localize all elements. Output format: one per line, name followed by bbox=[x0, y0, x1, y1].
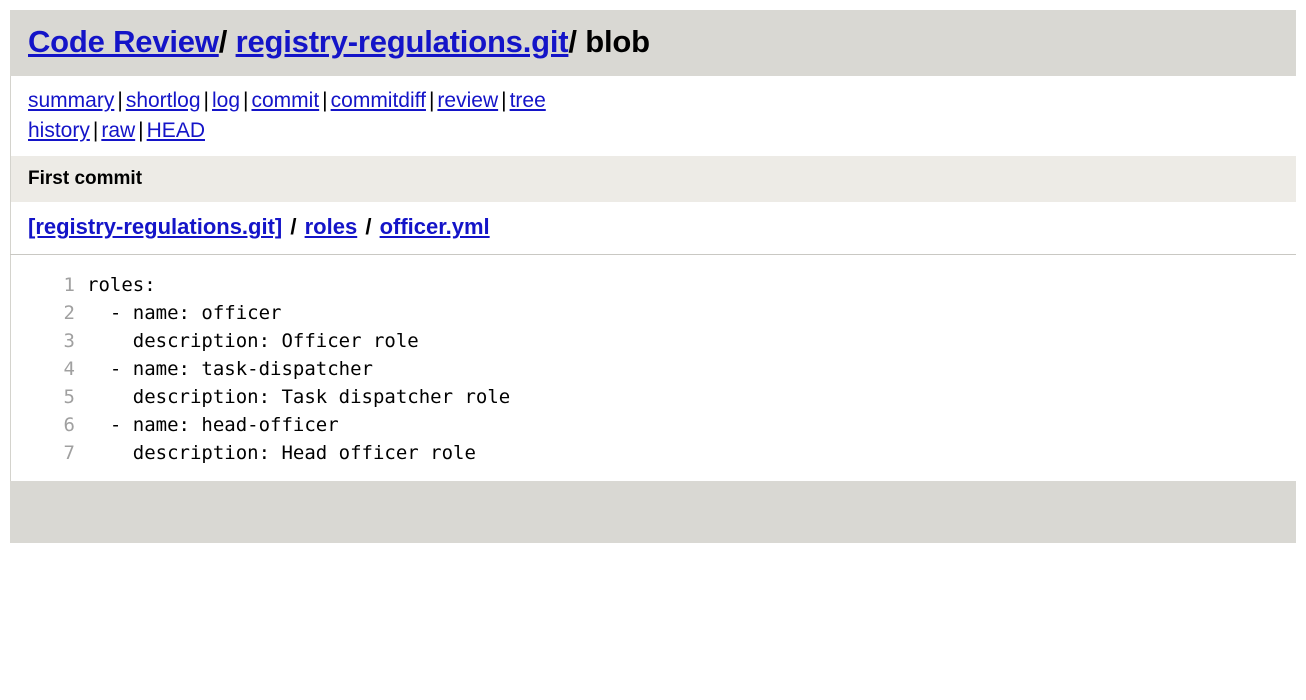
line-number[interactable]: 4 bbox=[11, 355, 87, 383]
nav-separator: | bbox=[92, 118, 99, 142]
code-line: 4 - name: task-dispatcher bbox=[11, 355, 1296, 383]
line-number[interactable]: 5 bbox=[11, 383, 87, 411]
nav-line-primary: summary | shortlog | log | commit | commitdiff | r… bbox=[28, 86, 728, 116]
line-content: description: Officer role bbox=[87, 329, 419, 352]
breadcrumb-separator-1: / bbox=[290, 214, 297, 240]
nav-item-shortlog[interactable]: shortlog bbox=[126, 89, 201, 112]
code-line: 2 - name: officer bbox=[11, 299, 1296, 327]
breadcrumb-dir-roles[interactable]: roles bbox=[305, 214, 358, 239]
page-title: Code Review/ registry-regulations.git/ b… bbox=[28, 24, 1296, 60]
nav-item-history[interactable]: history bbox=[28, 119, 90, 142]
line-number[interactable]: 6 bbox=[11, 411, 87, 439]
breadcrumb: [registry-regulations.git] / roles / off… bbox=[28, 214, 1296, 240]
line-number[interactable]: 2 bbox=[11, 299, 87, 327]
line-content: description: Head officer role bbox=[87, 441, 476, 464]
header-separator-2: / bbox=[568, 24, 577, 59]
page-header: Code Review/ registry-regulations.git/ b… bbox=[10, 10, 1296, 76]
nav-item-review[interactable]: review bbox=[437, 89, 498, 112]
nav-separator: | bbox=[117, 88, 123, 112]
nav-bar: summary | shortlog | log | commit | commitdiff | r… bbox=[10, 75, 1296, 156]
header-view-label: blob bbox=[585, 24, 650, 59]
code-line: 7 description: Head officer role bbox=[11, 439, 1296, 467]
page-footer bbox=[10, 480, 1296, 543]
code-line: 5 description: Task dispatcher role bbox=[11, 383, 1296, 411]
commit-title-bar: First commit bbox=[10, 155, 1296, 203]
nav-item-raw[interactable]: raw bbox=[101, 119, 135, 142]
nav-separator: | bbox=[322, 88, 328, 112]
nav-item-commit[interactable]: commit bbox=[252, 89, 320, 112]
header-separator-1: / bbox=[218, 24, 228, 59]
nav-separator: | bbox=[428, 88, 435, 112]
header-project-link[interactable]: Code Review bbox=[28, 24, 219, 59]
blob-content: 1 roles: 2 - name: officer 3 description:… bbox=[10, 254, 1296, 481]
line-content: roles: bbox=[87, 273, 156, 296]
line-content: description: Task dispatcher role bbox=[87, 385, 511, 408]
line-number[interactable]: 3 bbox=[11, 327, 87, 355]
line-content: - name: task-dispatcher bbox=[87, 357, 373, 380]
nav-line-secondary: history | raw | HEAD bbox=[28, 116, 728, 146]
gitweb-page: Code Review/ registry-regulations.git/ b… bbox=[10, 10, 1296, 543]
nav-item-summary[interactable]: summary bbox=[28, 89, 114, 112]
line-number[interactable]: 1 bbox=[11, 271, 87, 299]
nav-item-log[interactable]: log bbox=[212, 89, 240, 112]
header-repo-link[interactable]: registry-regulations.git bbox=[236, 24, 569, 59]
nav-separator: | bbox=[138, 118, 144, 142]
nav-item-tree[interactable]: tree bbox=[510, 89, 546, 112]
line-number[interactable]: 7 bbox=[11, 439, 87, 467]
breadcrumb-separator-2: / bbox=[365, 214, 372, 240]
code-line: 3 description: Officer role bbox=[11, 327, 1296, 355]
nav-item-commitdiff[interactable]: commitdiff bbox=[331, 89, 426, 112]
line-content: - name: officer bbox=[87, 301, 282, 324]
breadcrumb-repo-link[interactable]: [registry-regulations.git] bbox=[28, 214, 282, 239]
nav-separator: | bbox=[243, 88, 249, 112]
file-path-bar: [registry-regulations.git] / roles / off… bbox=[10, 202, 1296, 254]
nav-separator: | bbox=[203, 88, 209, 112]
breadcrumb-file-officer-yml[interactable]: officer.yml bbox=[380, 214, 490, 239]
commit-message: First commit bbox=[28, 167, 143, 189]
code-line: 1 roles: bbox=[11, 271, 1296, 299]
line-content: - name: head-officer bbox=[87, 413, 339, 436]
code-line: 6 - name: head-officer bbox=[11, 411, 1296, 439]
nav-item-head[interactable]: HEAD bbox=[147, 119, 205, 142]
nav-separator: | bbox=[501, 88, 507, 112]
